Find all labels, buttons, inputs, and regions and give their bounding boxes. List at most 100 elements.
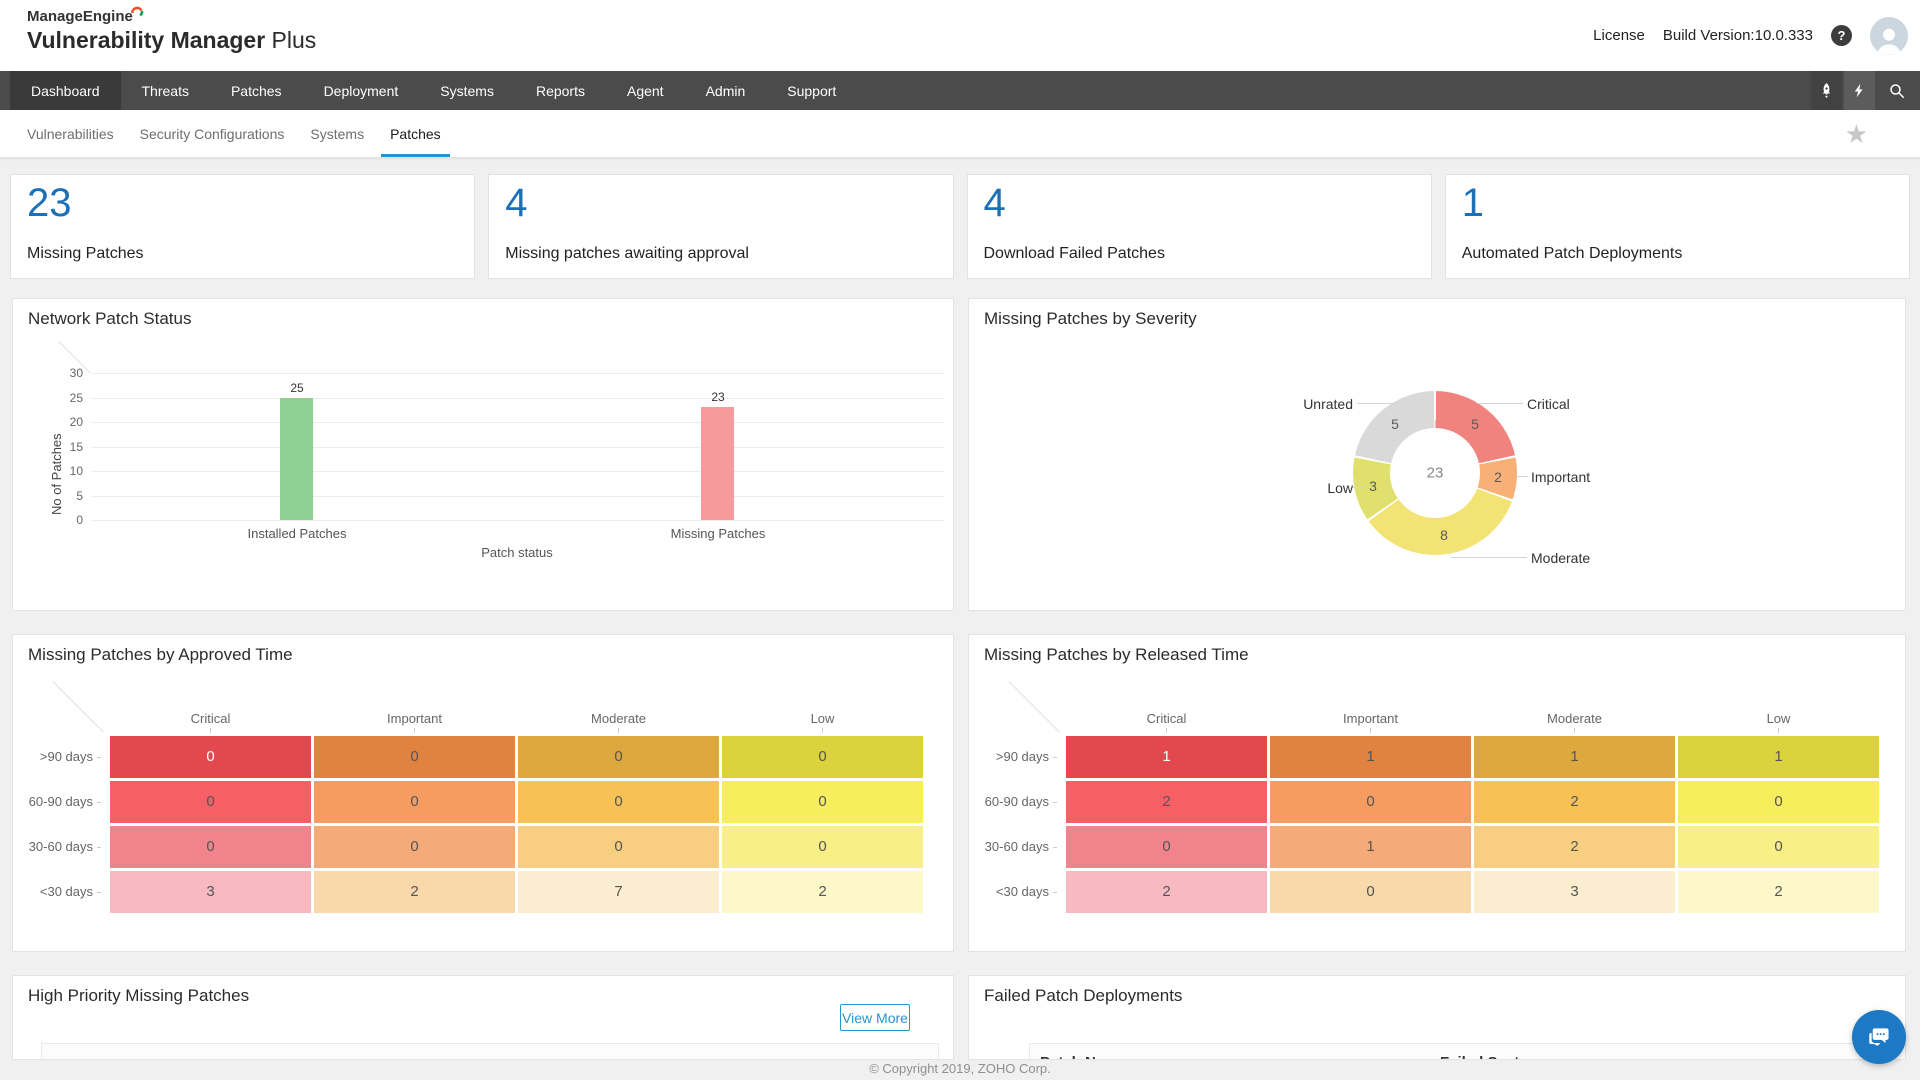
table-header-strip [41,1043,939,1060]
heatmap-cell[interactable]: 0 [1270,781,1471,823]
heatmap-cell[interactable]: 0 [518,826,719,868]
row-label: >90 days [21,736,107,778]
heatmap-cell[interactable]: 2 [1066,871,1267,913]
heatmap-cell[interactable]: 0 [110,781,311,823]
heatmap-cell[interactable]: 1 [1270,826,1471,868]
heatmap-cell[interactable]: 3 [1474,871,1675,913]
nav-item-patches[interactable]: Patches [210,71,303,110]
user-avatar[interactable] [1870,17,1908,55]
heatmap-cell[interactable]: 0 [518,736,719,778]
heatmap-cell[interactable]: 0 [1678,781,1879,823]
y-axis-tick: 25 [51,391,83,405]
card-label: Missing patches awaiting approval [505,245,749,263]
gridline [91,447,944,448]
heatmap-cell[interactable]: 0 [1678,826,1879,868]
heatmap-cell[interactable]: 7 [518,871,719,913]
brand-product-bold: Vulnerability Manager [27,27,265,53]
heatmap-cell[interactable]: 0 [314,781,515,823]
card-missing-patches[interactable]: 23 Missing Patches [10,174,475,279]
heatmap-cell[interactable]: 0 [722,826,923,868]
license-link[interactable]: License [1593,27,1645,44]
slice-value-important: 2 [1494,469,1502,485]
top-bar: ManageEngine Vulnerability Manager Plus … [0,0,1920,71]
leader-line [1353,487,1365,488]
heatmap-cell[interactable]: 2 [314,871,515,913]
column-header-low: Low [1678,711,1879,733]
y-axis-tick: 0 [51,513,83,527]
panel-title: Missing Patches by Approved Time [28,645,293,665]
heatmap-cell[interactable]: 0 [722,736,923,778]
heatmap-cell[interactable]: 2 [1474,826,1675,868]
nav-item-deployment[interactable]: Deployment [303,71,420,110]
heatmap-cell[interactable]: 0 [1270,871,1471,913]
rocket-icon[interactable] [1811,71,1842,110]
bar-category-label: Missing Patches [633,526,803,541]
heatmap-cell[interactable]: 1 [1678,736,1879,778]
y-axis-tick: 10 [51,464,83,478]
brand-product-light: Plus [272,27,317,53]
nav-item-dashboard[interactable]: Dashboard [10,71,121,110]
slice-label-important: Important [1531,469,1590,485]
heatmap-cell[interactable]: 1 [1270,736,1471,778]
row-label: 30-60 days [21,826,107,868]
navbar-icons [1811,71,1912,110]
summary-cards: 23 Missing Patches 4 Missing patches awa… [10,174,1910,279]
released-time-heatmap: CriticalImportantModerateLow>90 days1111… [977,711,1879,913]
tab-patches[interactable]: Patches [390,110,441,157]
heatmap-cell[interactable]: 0 [110,826,311,868]
tab-systems[interactable]: Systems [310,110,364,157]
heatmap-cell[interactable]: 0 [1066,826,1267,868]
row-label: 60-90 days [21,781,107,823]
star-icon[interactable]: ★ [1845,121,1868,147]
row-label: >90 days [977,736,1063,778]
brand-company-text: ManageEngine [27,8,133,25]
y-axis-tick: 30 [51,366,83,380]
missing-patches-by-released-time-panel: Missing Patches by Released Time Critica… [968,634,1906,952]
card-value: 4 [505,181,527,226]
bar-missing-patches[interactable] [701,407,734,520]
heatmap-cell[interactable]: 0 [110,736,311,778]
heatmap-corner [977,711,1063,733]
nav-item-admin[interactable]: Admin [685,71,767,110]
heatmap-cell[interactable]: 0 [518,781,719,823]
column-header-critical: Critical [1066,711,1267,733]
card-awaiting-approval[interactable]: 4 Missing patches awaiting approval [488,174,953,279]
heatmap-cell[interactable]: 1 [1474,736,1675,778]
nav-item-agent[interactable]: Agent [606,71,685,110]
heatmap-cell[interactable]: 0 [722,781,923,823]
heatmap-corner [21,711,107,733]
heatmap-cell[interactable]: 0 [314,736,515,778]
card-value: 23 [27,181,72,226]
slice-value-unrated: 5 [1391,416,1399,432]
bar-category-label: Installed Patches [212,526,382,541]
heatmap-cell[interactable]: 0 [314,826,515,868]
card-value: 1 [1462,181,1484,226]
chat-button[interactable] [1852,1010,1906,1064]
heatmap-cell[interactable]: 3 [110,871,311,913]
build-version-label: Build Version:10.0.333 [1663,27,1813,44]
column-header-moderate: Moderate [1474,711,1675,733]
view-more-button[interactable]: View More [840,1004,910,1031]
tab-vulnerabilities[interactable]: Vulnerabilities [27,110,114,157]
nav-item-systems[interactable]: Systems [419,71,515,110]
row-label: <30 days [21,871,107,913]
card-download-failed[interactable]: 4 Download Failed Patches [967,174,1432,279]
nav-item-threats[interactable]: Threats [121,71,210,110]
panel-title: Missing Patches by Released Time [984,645,1249,665]
heatmap-cell[interactable]: 2 [722,871,923,913]
missing-patches-by-severity-panel: Missing Patches by Severity 23 52835 Unr… [968,298,1906,611]
card-automated-deployments[interactable]: 1 Automated Patch Deployments [1445,174,1910,279]
heatmap-cell[interactable]: 1 [1066,736,1267,778]
heatmap-cell[interactable]: 2 [1678,871,1879,913]
tab-security-configurations[interactable]: Security Configurations [140,110,285,157]
heatmap-cell[interactable]: 2 [1474,781,1675,823]
bar-installed-patches[interactable] [280,398,313,521]
bolt-icon[interactable] [1844,71,1875,110]
heatmap-cell[interactable]: 2 [1066,781,1267,823]
card-value: 4 [984,181,1006,226]
help-icon[interactable]: ? [1831,25,1852,46]
slice-value-moderate: 8 [1440,527,1448,543]
nav-item-support[interactable]: Support [766,71,857,110]
search-icon[interactable] [1881,71,1912,110]
nav-item-reports[interactable]: Reports [515,71,606,110]
